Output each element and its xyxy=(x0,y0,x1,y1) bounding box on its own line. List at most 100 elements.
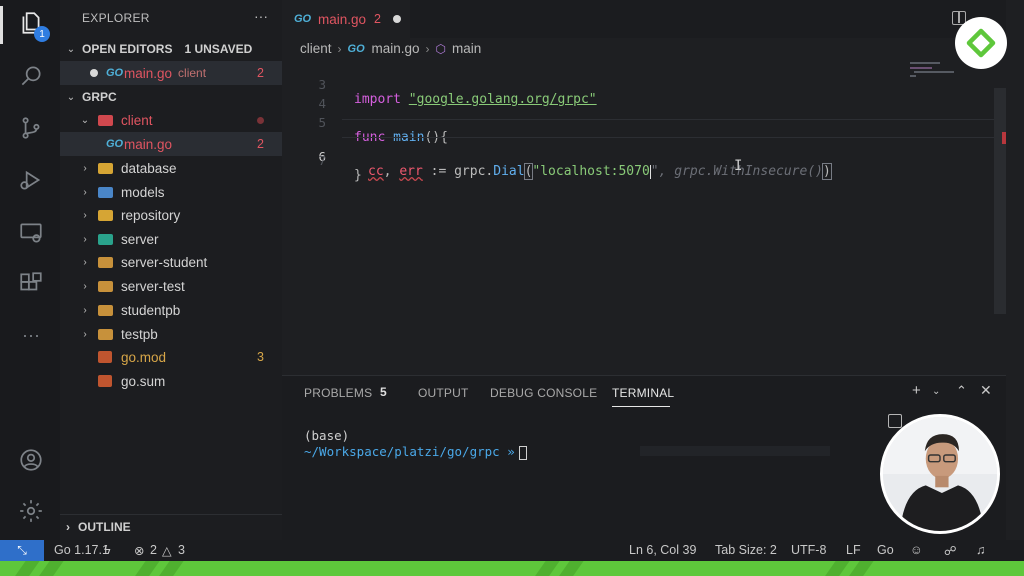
tree-folder-testpb[interactable]: › testpb xyxy=(60,322,282,346)
open-editor-filename: main.go xyxy=(124,65,173,81)
chevron-right-icon: › xyxy=(83,233,87,245)
settings-gear-icon[interactable] xyxy=(18,498,44,524)
tab-output[interactable]: OUTPUT xyxy=(418,386,469,400)
feedback-icon[interactable]: ☍ xyxy=(944,543,957,558)
error-count[interactable]: 2 xyxy=(150,543,157,557)
unsaved-count: 1 UNSAVED xyxy=(184,42,253,56)
cursor-position[interactable]: Ln 6, Col 39 xyxy=(629,543,696,557)
notifications-bell-icon[interactable]: ♫ xyxy=(976,543,985,557)
open-editors-header[interactable]: ⌄ OPEN EDITORS 1 UNSAVED xyxy=(60,37,282,61)
current-line-highlight xyxy=(342,119,1006,138)
minimap-line xyxy=(914,71,954,73)
more-icon[interactable]: ··· xyxy=(18,322,44,348)
outline-section[interactable]: › OUTLINE xyxy=(60,514,282,538)
status-bar: ⤡ Go 1.17.1 ϟ ⊗ 2 △ 3 Ln 6, Col 39 Tab S… xyxy=(0,540,1024,561)
tree-item-label: client xyxy=(121,112,153,128)
minimap[interactable] xyxy=(910,60,960,90)
extensions-icon[interactable] xyxy=(18,270,44,296)
chevron-right-icon: › xyxy=(83,304,87,316)
tab-main-go[interactable]: GO main.go 2 xyxy=(282,0,410,38)
tree-folder-client[interactable]: ⌄ client xyxy=(60,108,282,132)
stripe-decoration xyxy=(530,561,564,576)
tree-folder-server-student[interactable]: › server-student xyxy=(60,250,282,274)
breadcrumb-item[interactable]: client xyxy=(300,41,332,56)
remote-explorer-icon[interactable] xyxy=(18,220,44,246)
terminal-prompt[interactable]: ~/Workspace/platzi/go/grpc » xyxy=(304,444,527,460)
tab-problem-count: 2 xyxy=(374,12,381,26)
unsaved-dot-icon xyxy=(90,69,98,77)
tree-folder-models[interactable]: › models xyxy=(60,180,282,204)
stripe-decoration xyxy=(844,561,878,576)
tree-folder-repository[interactable]: › repository xyxy=(60,203,282,227)
unsaved-dot-icon[interactable] xyxy=(392,15,401,23)
problem-count: 2 xyxy=(257,66,264,80)
remote-indicator-icon[interactable]: ⤡ xyxy=(0,540,44,561)
go-version-icon: ϟ xyxy=(104,543,111,557)
tree-file-go-mod[interactable]: go.mod 3 xyxy=(60,345,282,369)
tree-item-label: main.go xyxy=(124,136,173,152)
activity-bar: 1 ··· xyxy=(0,0,60,540)
breadcrumb-item[interactable]: main.go xyxy=(372,41,420,56)
stripe-decoration xyxy=(130,561,164,576)
tree-folder-server-test[interactable]: › server-test xyxy=(60,274,282,298)
minimap-line xyxy=(910,75,916,77)
go-version[interactable]: Go 1.17.1 xyxy=(54,543,109,557)
breadcrumb-item[interactable]: main xyxy=(452,41,481,56)
explorer-title: EXPLORER xyxy=(82,11,150,25)
maximize-panel-icon[interactable]: ⌃ xyxy=(956,383,967,399)
problem-count: 2 xyxy=(257,137,264,151)
language-mode[interactable]: Go xyxy=(877,543,894,557)
chevron-right-icon: › xyxy=(83,186,87,198)
variable: err xyxy=(399,164,423,179)
run-debug-icon[interactable] xyxy=(18,167,44,193)
active-indicator xyxy=(0,6,3,44)
breadcrumb: client › GO main.go › ⬡ main xyxy=(300,41,481,56)
code-content: cc, err := grpc.Dial("localhost:5070", g… xyxy=(368,163,832,180)
new-terminal-icon[interactable]: + xyxy=(912,382,921,399)
presenter-webcam xyxy=(880,414,1000,534)
error-marker xyxy=(1002,132,1006,144)
terminal-dropdown-icon[interactable]: ⌄ xyxy=(932,386,940,397)
chevron-down-icon: ⌄ xyxy=(66,43,76,55)
code-line: 3 import "google.golang.org/grpc" xyxy=(282,62,1006,107)
chevron-down-icon: ⌄ xyxy=(66,91,76,103)
punctuation: } xyxy=(354,168,362,183)
account-icon[interactable] xyxy=(18,447,44,473)
chevron-right-icon: › xyxy=(425,41,430,56)
close-panel-icon[interactable]: ✕ xyxy=(980,382,992,399)
function-cube-icon: ⬡ xyxy=(435,41,447,56)
tree-item-label: repository xyxy=(121,207,181,223)
stripe-decoration xyxy=(34,561,68,576)
tree-folder-studentpb[interactable]: › studentpb xyxy=(60,298,282,322)
warning-count[interactable]: 3 xyxy=(178,543,185,557)
tree-folder-database[interactable]: › database xyxy=(60,156,282,180)
folder-icon xyxy=(98,162,113,174)
folder-icon xyxy=(98,256,113,268)
stripe-decoration xyxy=(820,561,854,576)
tree-file-go-sum[interactable]: go.sum xyxy=(60,369,282,393)
tree-file-main-go[interactable]: GO main.go 2 xyxy=(60,132,282,156)
folder-icon xyxy=(98,209,113,221)
explorer-more-button[interactable]: ··· xyxy=(254,8,268,24)
tab-terminal[interactable]: TERMINAL xyxy=(612,386,674,400)
line-ending[interactable]: LF xyxy=(846,543,861,557)
error-icon[interactable]: ⊗ xyxy=(134,543,144,558)
source-control-icon[interactable] xyxy=(18,115,44,141)
line-number: 7 xyxy=(318,153,326,168)
error-dot-icon xyxy=(257,116,264,124)
project-header[interactable]: ⌄ GRPC xyxy=(60,85,282,109)
editor-scrollbar[interactable] xyxy=(994,88,1006,314)
tab-debug-console[interactable]: DEBUG CONSOLE xyxy=(490,386,597,400)
open-editor-item[interactable]: GO main.go client 2 xyxy=(60,61,282,85)
chevron-right-icon: › xyxy=(83,256,87,268)
folder-icon xyxy=(98,304,113,316)
tab-size[interactable]: Tab Size: 2 xyxy=(715,543,777,557)
tree-folder-server[interactable]: › server xyxy=(60,227,282,251)
stripe-decoration xyxy=(10,561,44,576)
project-name: GRPC xyxy=(82,90,117,104)
encoding[interactable]: UTF-8 xyxy=(791,543,826,557)
tab-problems[interactable]: PROBLEMS xyxy=(304,386,372,400)
search-icon[interactable] xyxy=(18,63,44,89)
warning-icon[interactable]: △ xyxy=(162,543,172,558)
copilot-icon[interactable]: ☺ xyxy=(910,543,923,557)
